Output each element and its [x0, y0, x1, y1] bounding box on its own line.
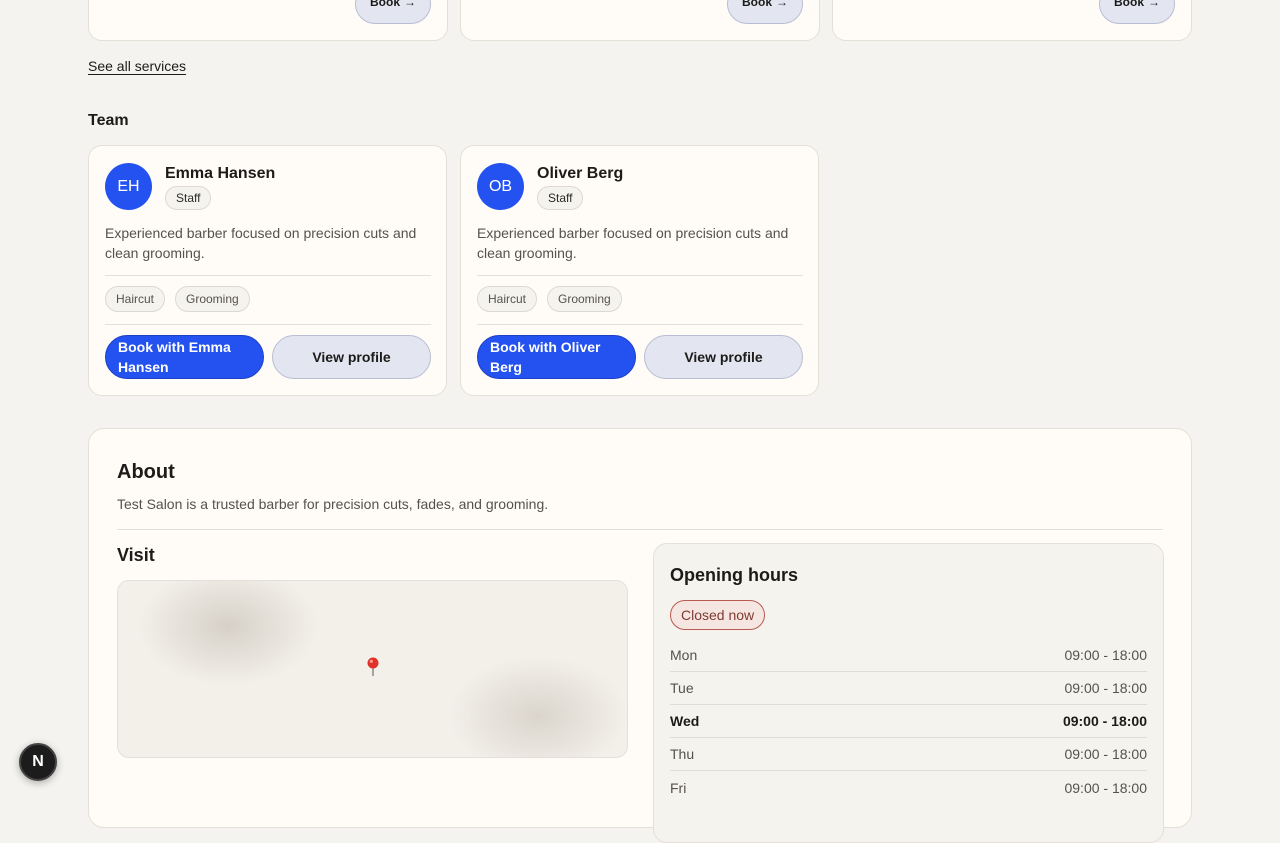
- hours-day: Thu: [670, 746, 695, 762]
- hours-row: Mon 09:00 - 18:00: [670, 639, 1147, 672]
- team-heading: Team: [88, 112, 129, 129]
- about-description: Test Salon is a trusted barber for preci…: [117, 496, 549, 512]
- hours-time: 09:00 - 18:00: [1064, 746, 1147, 762]
- hours-day: Fri: [670, 779, 687, 796]
- nextjs-dev-indicator-button[interactable]: N: [19, 743, 57, 781]
- member-bio: Experienced barber focused on precision …: [477, 225, 789, 261]
- status-badge: Closed now: [670, 600, 766, 630]
- member-name: Oliver Berg: [537, 165, 624, 182]
- location-map[interactable]: [117, 580, 628, 758]
- book-service-button[interactable]: Book →: [727, 0, 803, 24]
- hours-row: Tue 09:00 - 18:00: [670, 672, 1147, 705]
- about-section: About Test Salon is a trusted barber for…: [88, 428, 1192, 843]
- hours-row-today: Wed 09:00 - 18:00: [670, 705, 1147, 738]
- divider: [477, 324, 803, 325]
- team-member-card: EH Emma Hansen Staff Experienced barber …: [88, 145, 447, 396]
- book-with-member-button[interactable]: Book with Oliver Berg: [477, 335, 636, 379]
- team-member-card: OB Oliver Berg Staff Experienced barber …: [460, 145, 819, 396]
- divider: [117, 529, 1163, 530]
- divider: [105, 275, 431, 276]
- hours-day: Wed: [670, 713, 700, 729]
- arrow-right-icon: →: [1148, 0, 1160, 9]
- book-service-button[interactable]: Book →: [355, 0, 431, 24]
- service-tag: Grooming: [547, 286, 622, 312]
- arrow-right-icon: →: [404, 0, 416, 9]
- avatar: EH: [105, 163, 152, 210]
- book-service-button[interactable]: Book →: [1099, 0, 1175, 24]
- view-profile-button[interactable]: View profile: [272, 335, 431, 379]
- avatar: OB: [477, 163, 524, 210]
- divider: [105, 324, 431, 325]
- member-name: Emma Hansen: [165, 165, 276, 182]
- visit-title: Visit: [117, 545, 155, 565]
- see-all-services-link[interactable]: See all services: [88, 58, 186, 74]
- hours-row: Thu 09:00 - 18:00: [670, 738, 1147, 771]
- map-pin-icon: [367, 657, 379, 676]
- opening-hours-panel: Opening hours Closed now Mon 09:00 - 18:…: [653, 543, 1164, 843]
- member-bio: Experienced barber focused on precision …: [105, 225, 417, 261]
- arrow-right-icon: →: [776, 0, 788, 9]
- hours-time: 09:00 - 18:00: [1064, 647, 1147, 663]
- opening-hours-title: Opening hours: [670, 565, 798, 585]
- book-with-member-button[interactable]: Book with Emma Hansen: [105, 335, 264, 379]
- hours-time: 09:00 - 18:00: [1064, 680, 1147, 696]
- role-badge: Staff: [537, 186, 584, 210]
- divider: [477, 275, 803, 276]
- role-badge: Staff: [165, 186, 212, 210]
- service-card: Book →: [460, 0, 820, 41]
- hours-row: Fri 09:00 - 18:00: [670, 771, 1147, 804]
- about-title: About: [117, 461, 175, 483]
- hours-time: 09:00 - 18:00: [1062, 713, 1147, 729]
- service-tag: Haircut: [105, 286, 166, 312]
- hours-time: 09:00 - 18:00: [1064, 779, 1147, 796]
- service-card: Book →: [832, 0, 1192, 41]
- service-card: Book →: [88, 0, 448, 41]
- nextjs-logo-icon: N: [32, 753, 44, 770]
- service-tag: Grooming: [175, 286, 250, 312]
- view-profile-button[interactable]: View profile: [644, 335, 803, 379]
- service-tag: Haircut: [477, 286, 538, 312]
- hours-day: Mon: [670, 647, 698, 663]
- hours-day: Tue: [670, 680, 694, 696]
